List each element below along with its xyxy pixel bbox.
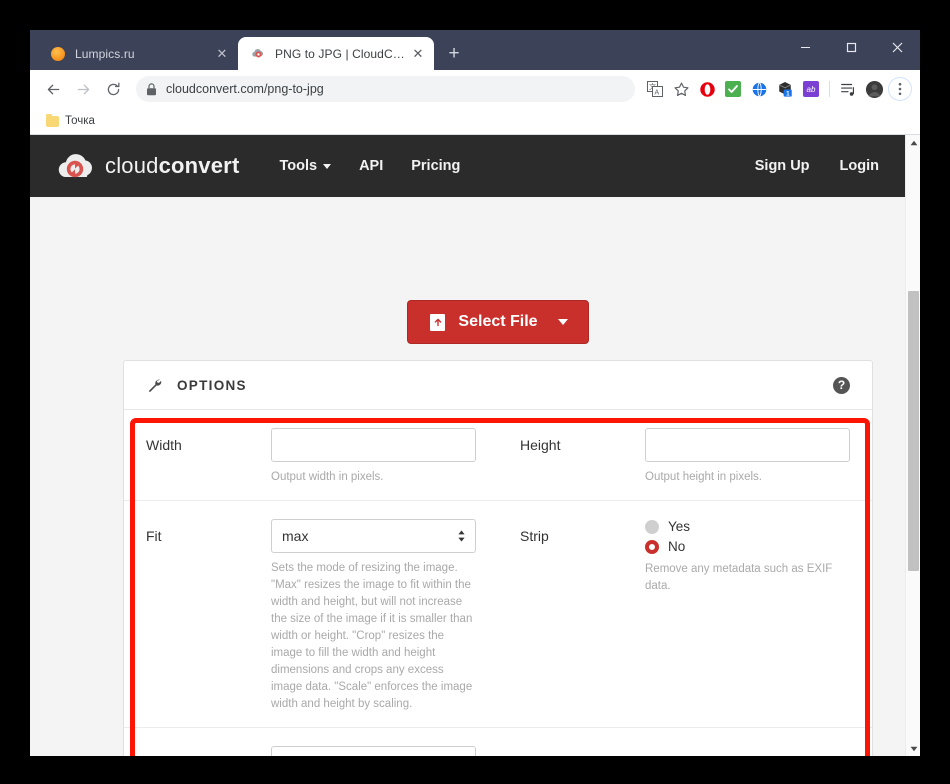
nav-api[interactable]: API — [359, 158, 383, 174]
height-label: Height — [520, 437, 561, 453]
address-bar[interactable]: cloudconvert.com/png-to-jpg — [136, 76, 635, 102]
tab-lumpics[interactable]: Lumpics.ru ✕ — [38, 37, 238, 70]
window-controls — [782, 30, 920, 64]
question-mark-icon[interactable]: ? — [833, 376, 850, 394]
options-panel-header: OPTIONS ? — [124, 361, 872, 410]
sign-up-link[interactable]: Sign Up — [755, 158, 810, 174]
quality-label: Quality — [146, 746, 271, 756]
select-file-button[interactable]: Select File — [407, 300, 589, 344]
options-row-dimensions: Width Output width in pixels. Height Out… — [124, 410, 872, 502]
orange-circle-icon — [50, 46, 66, 62]
radio-unselected-icon — [645, 519, 659, 534]
globe-extension-icon[interactable] — [747, 77, 771, 101]
tab-title: PNG to JPG | CloudConvert — [275, 46, 406, 61]
fit-selected-value: max — [282, 528, 309, 545]
profile-avatar-icon[interactable] — [862, 77, 886, 101]
page-scrollbar[interactable] — [905, 135, 920, 756]
strip-radio-no[interactable]: No — [645, 539, 850, 554]
url-text: cloudconvert.com/png-to-jpg — [166, 82, 324, 96]
close-button[interactable] — [874, 30, 920, 64]
height-input[interactable] — [645, 428, 850, 462]
scrollbar-thumb[interactable] — [908, 291, 919, 571]
width-label: Width — [146, 437, 182, 453]
strip-yes-label: Yes — [668, 519, 691, 535]
adblock-extension-icon[interactable]: ab — [799, 77, 823, 101]
site-header: cloudconvert Tools API Pricing Sign Up L… — [30, 135, 905, 197]
svg-text:ab: ab — [807, 85, 816, 94]
wrench-icon — [146, 377, 163, 394]
reload-button[interactable] — [98, 74, 128, 104]
strip-label: Strip — [520, 528, 549, 545]
minimize-button[interactable] — [782, 30, 828, 64]
select-file-label: Select File — [458, 313, 538, 330]
options-row-quality: Quality JPEG compression level from 1 (l… — [124, 728, 872, 756]
options-row-fit-strip: Fit max Sets the mode of resizing the im… — [124, 501, 872, 729]
tab-strip: Lumpics.ru ✕ PNG to JPG | CloudConvert ✕… — [30, 30, 920, 70]
lock-icon — [146, 82, 157, 96]
scroll-down-arrow-icon[interactable] — [906, 741, 920, 756]
tab-title: Lumpics.ru — [75, 46, 135, 61]
select-updown-arrows-icon — [457, 529, 466, 543]
options-panel: OPTIONS ? Width Output width in pixels. … — [123, 360, 873, 756]
translate-icon[interactable]: 文 A — [643, 77, 667, 101]
chrome-menu-icon[interactable] — [888, 77, 912, 101]
forward-button[interactable] — [68, 74, 98, 104]
bookmark-star-icon[interactable] — [669, 77, 693, 101]
option-empty — [498, 728, 872, 756]
site-nav: Tools API Pricing — [279, 158, 488, 174]
login-link[interactable]: Login — [840, 158, 879, 174]
chevron-down-icon — [323, 163, 332, 169]
options-title: OPTIONS — [177, 377, 247, 393]
option-fit: Fit max Sets the mode of resizing the im… — [124, 501, 498, 727]
bookmark-label: Точка — [65, 115, 95, 127]
scroll-up-arrow-icon[interactable] — [906, 135, 920, 150]
option-quality: Quality JPEG compression level from 1 (l… — [124, 728, 498, 756]
brand-name: cloudconvert — [105, 153, 240, 178]
checkmark-extension-icon[interactable] — [721, 77, 745, 101]
browser-toolbar: cloudconvert.com/png-to-jpg 文 A — [30, 70, 920, 108]
cloud-refresh-icon — [56, 153, 94, 180]
downloads-icon[interactable] — [836, 77, 860, 101]
close-icon[interactable]: ✕ — [214, 46, 230, 62]
height-help-text: Output height in pixels. — [645, 471, 762, 483]
browser-window: Lumpics.ru ✕ PNG to JPG | CloudConvert ✕… — [30, 30, 920, 756]
nav-pricing[interactable]: Pricing — [411, 158, 460, 174]
close-icon[interactable]: ✕ — [410, 46, 426, 62]
fit-label: Fit — [146, 528, 162, 545]
bookmark-item[interactable]: Точка — [40, 113, 101, 129]
bookmarks-bar: Точка — [30, 108, 920, 135]
quality-input[interactable] — [271, 746, 476, 756]
chevron-down-icon — [558, 319, 568, 325]
fit-select[interactable]: max — [271, 519, 476, 554]
back-button[interactable] — [38, 74, 68, 104]
web-page: Select File cloudconvert Tools API Prici… — [30, 135, 905, 756]
page-viewport: Select File cloudconvert Tools API Prici… — [30, 135, 920, 756]
nav-tools[interactable]: Tools — [279, 158, 332, 174]
site-nav-right: Sign Up Login — [725, 158, 879, 174]
strip-radio-yes[interactable]: Yes — [645, 519, 850, 534]
maximize-button[interactable] — [828, 30, 874, 64]
radio-selected-icon — [645, 539, 659, 554]
width-help-text: Output width in pixels. — [271, 471, 384, 483]
new-tab-button[interactable]: + — [440, 39, 468, 67]
toolbar-divider — [825, 77, 834, 101]
strip-no-label: No — [668, 539, 686, 555]
site-logo[interactable]: cloudconvert — [56, 153, 239, 180]
opera-vpn-icon[interactable] — [695, 77, 719, 101]
fit-help-text: Sets the mode of resizing the image. "Ma… — [271, 562, 473, 711]
file-upload-icon — [430, 313, 445, 331]
svg-text:A: A — [655, 90, 660, 97]
option-height: Height Output height in pixels. — [498, 410, 872, 500]
option-strip: Strip Yes No Remove any metadata such as… — [498, 501, 872, 727]
tab-cloudconvert[interactable]: PNG to JPG | CloudConvert ✕ — [238, 37, 434, 70]
svg-text:1: 1 — [786, 90, 790, 97]
option-width: Width Output width in pixels. — [124, 410, 498, 500]
folder-icon — [46, 113, 59, 127]
width-input[interactable] — [271, 428, 476, 462]
strip-help-text: Remove any metadata such as EXIF data. — [645, 563, 833, 593]
cloudconvert-icon — [250, 46, 266, 62]
package-extension-icon[interactable]: 1 — [773, 77, 797, 101]
